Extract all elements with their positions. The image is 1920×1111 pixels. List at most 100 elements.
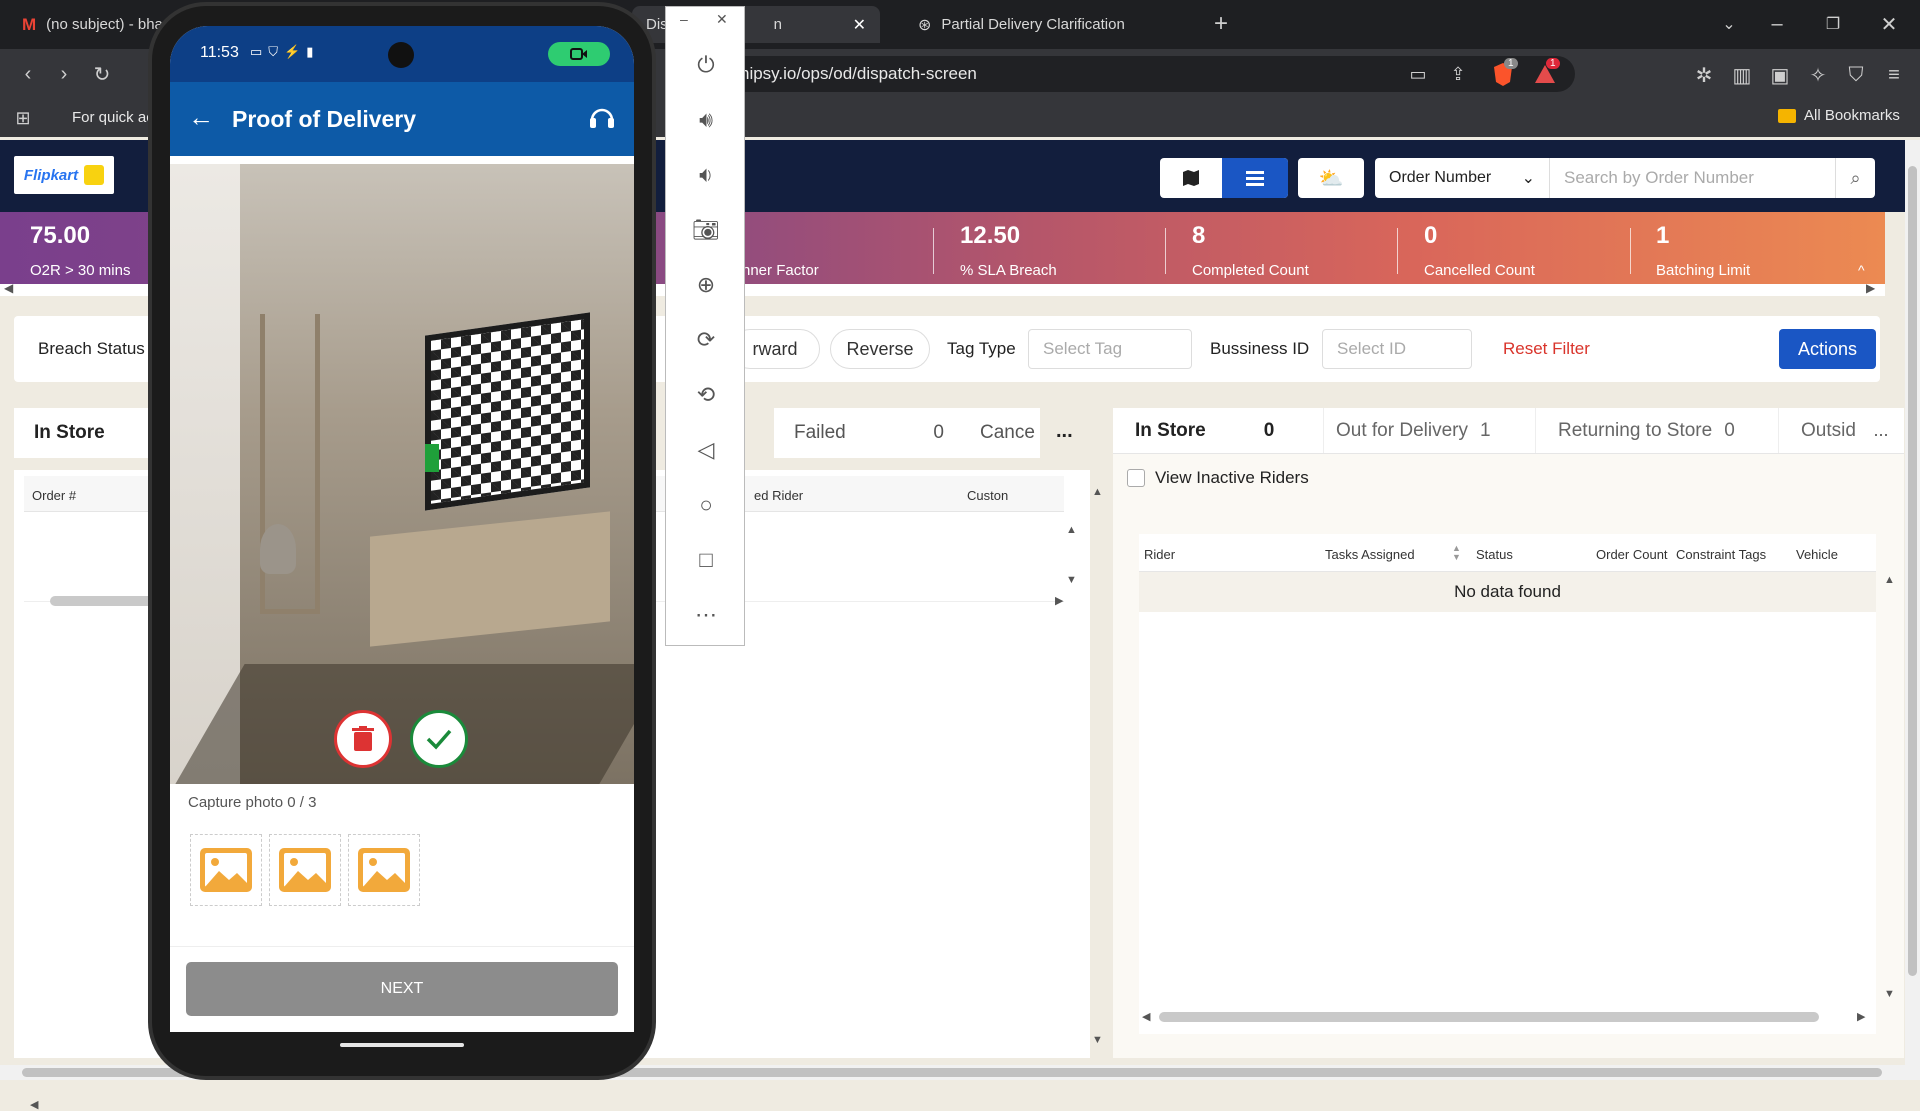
- brave-rewards-icon[interactable]: 1: [1532, 58, 1560, 88]
- column-header-order-count[interactable]: Order Count: [1596, 547, 1668, 562]
- tab-search-chevron-icon[interactable]: ⌄: [1716, 10, 1742, 38]
- close-tab-icon[interactable]: ✕: [853, 15, 866, 35]
- screen-record-icon[interactable]: [548, 42, 610, 66]
- close-window-icon[interactable]: ✕: [1876, 10, 1902, 38]
- scroll-up-icon[interactable]: ▲: [1884, 574, 1895, 586]
- headset-support-icon[interactable]: [588, 102, 616, 132]
- checkbox[interactable]: [1127, 469, 1145, 487]
- back-icon[interactable]: ‹: [14, 61, 42, 87]
- scroll-left-icon[interactable]: ◀: [4, 281, 13, 295]
- tab-outside[interactable]: Outsid: [1778, 408, 1858, 453]
- reload-icon[interactable]: ↻: [88, 61, 116, 87]
- more-options-icon[interactable]: ⋯: [666, 595, 746, 635]
- reverse-filter-pill[interactable]: Reverse: [830, 329, 930, 369]
- tag-select[interactable]: Select Tag: [1028, 329, 1192, 369]
- stat-label: Batching Limit: [1656, 262, 1751, 279]
- scrollbar-thumb[interactable]: [1908, 166, 1917, 976]
- breach-status-filter[interactable]: Breach Status: [38, 339, 145, 359]
- scroll-right-icon[interactable]: ▶: [1866, 281, 1875, 295]
- reset-filter-link[interactable]: Reset Filter: [1503, 339, 1590, 359]
- tab-out-for-delivery[interactable]: Out for Delivery 1: [1323, 408, 1535, 453]
- scroll-right-icon[interactable]: ▶: [1857, 1010, 1865, 1023]
- search-type-select[interactable]: Order Number ⌄: [1375, 158, 1550, 198]
- forward-icon[interactable]: ›: [50, 61, 78, 87]
- image-placeholder-icon: [358, 848, 410, 892]
- more-rider-tabs-button[interactable]: ...: [1858, 408, 1904, 453]
- scroll-down-icon[interactable]: ▼: [1884, 988, 1895, 1000]
- leo-ai-icon[interactable]: ✧: [1804, 62, 1832, 88]
- zoom-icon[interactable]: ⊕: [666, 265, 746, 305]
- next-button[interactable]: NEXT: [186, 962, 618, 1016]
- column-header-status[interactable]: Status: [1476, 547, 1513, 562]
- discard-photo-button[interactable]: [334, 710, 392, 768]
- tab-gmail[interactable]: M (no subject) - bha: [8, 6, 168, 43]
- home-nav-icon[interactable]: ○: [666, 485, 746, 525]
- orders-horizontal-scrollbar[interactable]: [50, 596, 160, 606]
- scroll-left-icon[interactable]: ◀: [1142, 1010, 1150, 1023]
- riders-horizontal-scrollbar[interactable]: [1159, 1012, 1819, 1022]
- menu-icon[interactable]: ≡: [1880, 62, 1908, 88]
- cast-icon[interactable]: ▭: [1405, 62, 1431, 86]
- more-tabs-button[interactable]: ...: [1056, 420, 1073, 443]
- all-bookmarks[interactable]: All Bookmarks: [1778, 107, 1900, 124]
- camera-icon[interactable]: 📷︎: [666, 210, 746, 250]
- panel-scroll-down-icon[interactable]: ▼: [1092, 1034, 1103, 1046]
- emulator-close-icon[interactable]: ✕: [716, 11, 728, 28]
- address-bar[interactable]: hipsy.io/ops/od/dispatch-screen ▭ ⇪ 1 1: [700, 56, 1575, 92]
- sort-icon[interactable]: ▲ ▼: [1452, 544, 1461, 562]
- scroll-up-icon[interactable]: ▲: [1066, 524, 1077, 536]
- restore-window-icon[interactable]: ❐: [1820, 10, 1846, 38]
- column-header-order[interactable]: Order #: [32, 488, 76, 503]
- new-tab-icon[interactable]: +: [1208, 10, 1234, 38]
- brave-shield-icon[interactable]: 1: [1490, 58, 1518, 88]
- collapse-stats-icon[interactable]: ^: [1858, 262, 1865, 278]
- map-view-button[interactable]: [1160, 158, 1222, 198]
- search-type-value: Order Number: [1389, 169, 1492, 186]
- home-indicator[interactable]: [340, 1043, 464, 1047]
- list-view-button[interactable]: [1222, 158, 1288, 198]
- volume-down-icon[interactable]: 🔉︎: [666, 155, 746, 195]
- photo-slot-1[interactable]: [190, 834, 262, 906]
- power-icon[interactable]: ⏻: [666, 45, 746, 85]
- panel-scroll-up-icon[interactable]: ▲: [1092, 486, 1103, 498]
- wallet-icon[interactable]: ▣: [1766, 62, 1794, 88]
- column-header-vehicle[interactable]: Vehicle: [1796, 547, 1838, 562]
- tab-cancelled[interactable]: Cance: [964, 408, 1040, 458]
- column-header-tasks[interactable]: Tasks Assigned: [1325, 547, 1415, 562]
- scroll-right-icon[interactable]: ▶: [1055, 594, 1063, 607]
- view-inactive-riders[interactable]: View Inactive Riders: [1127, 468, 1309, 488]
- column-header-rider[interactable]: ed Rider: [754, 488, 803, 503]
- column-header-constraint-tags[interactable]: Constraint Tags: [1676, 547, 1766, 562]
- emulator-minimize-icon[interactable]: –: [680, 11, 688, 27]
- vpn-icon[interactable]: ⛉: [1842, 62, 1870, 88]
- minimize-window-icon[interactable]: –: [1764, 10, 1790, 38]
- flipkart-logo[interactable]: Flipkart: [14, 156, 114, 194]
- back-arrow-icon[interactable]: ←: [188, 102, 214, 133]
- panel-scroll-left-icon[interactable]: ◀: [30, 1098, 38, 1111]
- search-input[interactable]: Search by Order Number: [1550, 158, 1835, 198]
- volume-up-icon[interactable]: 🔊︎: [666, 100, 746, 140]
- overview-nav-icon[interactable]: □: [666, 540, 746, 580]
- search-button[interactable]: ⌕: [1835, 158, 1875, 198]
- rotate-left-icon[interactable]: ⟲: [666, 375, 746, 415]
- scroll-down-icon[interactable]: ▼: [1066, 574, 1077, 586]
- tab-returning-to-store[interactable]: Returning to Store 0: [1535, 408, 1778, 453]
- weather-button[interactable]: ⛅: [1298, 158, 1364, 198]
- share-icon[interactable]: ⇪: [1445, 62, 1471, 86]
- sidebar-icon[interactable]: ▥: [1728, 62, 1756, 88]
- column-header-rider[interactable]: Rider: [1144, 547, 1175, 562]
- photo-slot-3[interactable]: [348, 834, 420, 906]
- back-nav-icon[interactable]: ◁: [666, 430, 746, 470]
- tab-partial-delivery[interactable]: ⊛ Partial Delivery Clarification: [904, 6, 1194, 43]
- business-id-select[interactable]: Select ID: [1322, 329, 1472, 369]
- tab-in-store-riders[interactable]: In Store 0: [1113, 408, 1323, 453]
- rotate-right-icon[interactable]: ⟳: [666, 320, 746, 360]
- column-header-customer[interactable]: Custon: [967, 488, 1008, 503]
- extensions-icon[interactable]: ✲: [1690, 62, 1718, 88]
- apps-grid-icon[interactable]: ⊞: [10, 105, 36, 131]
- photo-slot-2[interactable]: [269, 834, 341, 906]
- actions-button[interactable]: Actions: [1779, 329, 1876, 369]
- confirm-photo-button[interactable]: [410, 710, 468, 768]
- tab-failed[interactable]: Failed 0: [774, 408, 964, 458]
- page-vertical-scrollbar[interactable]: [1905, 140, 1920, 1065]
